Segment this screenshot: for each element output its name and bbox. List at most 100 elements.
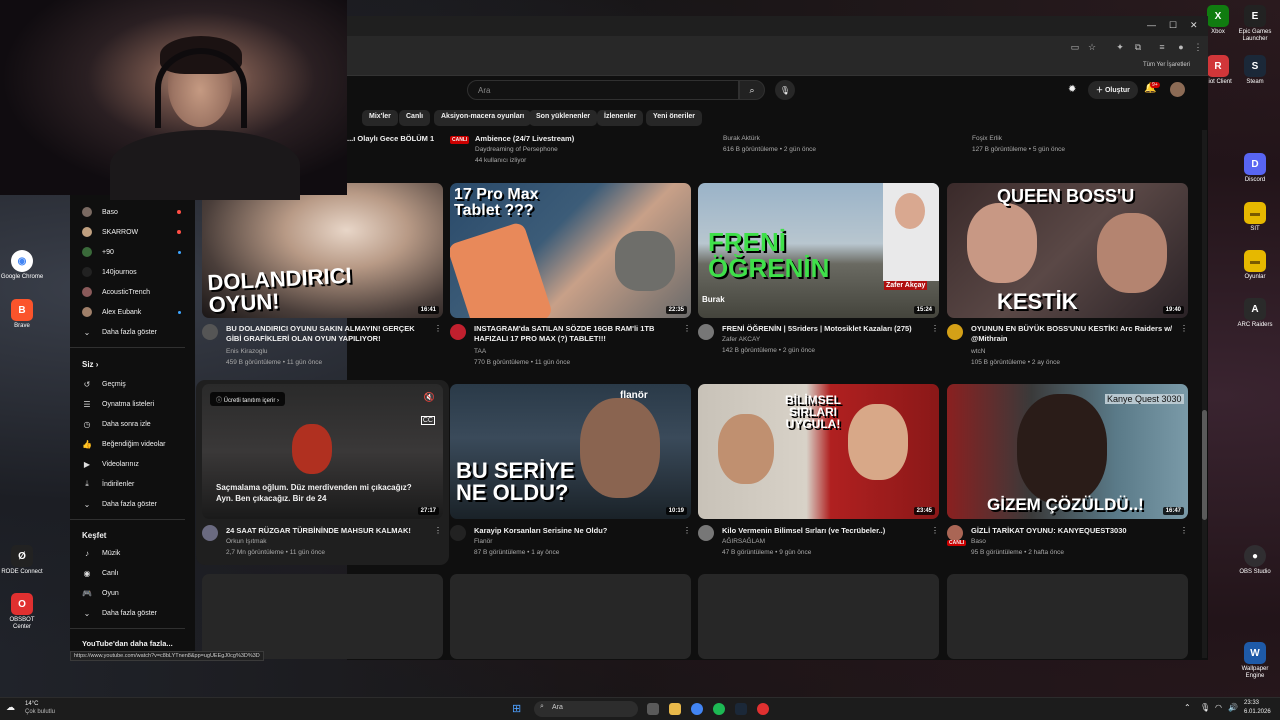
video-thumbnail[interactable]: BİLİMSEL SIRLARI UYGULA! 23:45 — [698, 384, 939, 519]
video-thumbnail[interactable]: flanör BU SERİYE NE OLDU? 10:19 — [450, 384, 691, 519]
video-title[interactable]: FRENİ ÖĞRENİN | 5Sriders | Motosiklet Ka… — [722, 324, 927, 334]
desktop-folder-sit[interactable]: ▬ SIT — [1233, 202, 1277, 233]
steam-taskbar-icon[interactable] — [735, 703, 747, 715]
video-thumbnail[interactable]: Kanye Quest 3030 GİZEM ÇÖZÜLDÜ..! 16:47 — [947, 384, 1188, 519]
channel-name[interactable]: Zafer AKCAY — [722, 336, 760, 343]
scrollbar-thumb[interactable] — [1202, 410, 1207, 520]
clock-date[interactable]: 6.01.2026 — [1244, 709, 1271, 715]
address-bar-row[interactable]: ▭ ☆ ✦ ⧉ ≡ ● ⋮ — [347, 36, 1208, 58]
channel-name[interactable]: Baso — [971, 538, 986, 545]
sidebar-item-liked-videos[interactable]: 👍 Beğendiğim videolar — [82, 436, 165, 452]
tray-overflow-icon[interactable]: ⌃ — [1184, 703, 1191, 712]
video-title[interactable]: BU DOLANDIRICI OYUNU SAKIN ALMAYIN! GERÇ… — [226, 324, 431, 344]
sidebar-item-live[interactable]: ◉ Canlı — [82, 565, 119, 581]
more-options-icon[interactable]: ⋮ — [931, 526, 939, 535]
show-more-button[interactable]: ⌄ Daha fazla göster — [82, 496, 157, 512]
channel-avatar[interactable] — [947, 324, 963, 340]
subscription-item[interactable]: 140journos — [82, 264, 137, 280]
more-options-icon[interactable]: ⋮ — [931, 324, 939, 333]
channel-name[interactable]: Flanör — [474, 538, 492, 545]
desktop-icon-discord[interactable]: D Discord — [1233, 153, 1277, 184]
desktop-icon-rode[interactable]: Ø RODE Connect — [0, 545, 44, 576]
windows-start-icon[interactable]: ⊞ — [512, 702, 521, 715]
sidebar-item-playlists[interactable]: ☰ Oynatma listeleri — [82, 396, 154, 412]
create-button[interactable]: ＋ Oluştur — [1088, 81, 1138, 99]
avatar[interactable] — [1170, 82, 1185, 97]
channel-name[interactable]: Burak Aktürk — [723, 135, 760, 142]
desktop-icon-arc-raiders[interactable]: A ARC Raiders — [1233, 298, 1277, 329]
channel-name[interactable]: wtcN — [971, 348, 985, 355]
maximize-icon[interactable]: ☐ — [1169, 20, 1177, 31]
chip-watched[interactable]: İzlenenler — [597, 110, 644, 126]
scrollbar-track[interactable] — [1202, 130, 1207, 658]
chrome-taskbar-icon[interactable] — [691, 703, 703, 715]
minimize-icon[interactable]: — — [1147, 20, 1156, 30]
video-title[interactable]: OYUNUN EN BÜYÜK BOSS'UNU KESTİK! Arc Rai… — [971, 324, 1176, 344]
sidebar-item-downloads[interactable]: ⤓ İndirilenler — [82, 476, 134, 492]
more-options-icon[interactable]: ⋮ — [683, 526, 691, 535]
video-title[interactable]: Kilo Vermenin Bilimsel Sırları (ve Tecrü… — [722, 526, 927, 536]
channel-name[interactable]: Daydreaming of Persephone — [475, 146, 558, 153]
section-you[interactable]: Siz › — [82, 360, 98, 369]
sidebar-item-gaming[interactable]: 🎮 Oyun — [82, 585, 119, 601]
sidebar-item-history[interactable]: ↺ Geçmiş — [82, 376, 126, 392]
voice-search-button[interactable]: 🎙 — [775, 80, 795, 100]
video-preview[interactable]: ⓘ Ücretli tanıtım içerir › 🔇 CC Saçmalam… — [202, 384, 443, 519]
sidebar-item-watch-later[interactable]: ◷ Daha sonra izle — [82, 416, 151, 432]
chip-action-adventure[interactable]: Aksiyon-macera oyunları — [434, 110, 532, 126]
subscription-item[interactable]: Alex Eubank — [82, 304, 141, 320]
profile-icon[interactable]: ● — [1176, 42, 1186, 52]
video-thumbnail[interactable]: DOLANDIRICI OYUN! 16:41 — [202, 183, 443, 318]
desktop-icon-wallpaper-engine[interactable]: W Wallpaper Engine — [1233, 642, 1277, 680]
video-thumbnail[interactable]: FRENİ ÖĞRENİN Zafer Akçay Burak 15:24 — [698, 183, 939, 318]
subscription-item[interactable]: +90 — [82, 244, 114, 260]
chip-mixes[interactable]: Mix'ler — [362, 110, 398, 126]
channel-name[interactable]: AĞIRSAĞLAM — [722, 538, 765, 545]
video-title[interactable]: ...ı Olaylı Gece BÖLÜM 1 — [347, 134, 437, 144]
video-title[interactable]: Ambience (24/7 Livestream) — [475, 134, 680, 144]
desktop-icon-steam[interactable]: S Steam — [1233, 55, 1277, 86]
task-view-icon[interactable] — [647, 703, 659, 715]
search-button[interactable]: ⌕ — [739, 80, 765, 100]
more-options-icon[interactable]: ⋮ — [1180, 324, 1188, 333]
channel-name[interactable]: TAA — [474, 348, 486, 355]
mute-icon[interactable]: 🔇 — [424, 392, 435, 403]
channel-avatar[interactable] — [450, 525, 466, 541]
extension-icon[interactable]: ✦ — [1115, 42, 1125, 52]
weather-temp[interactable]: 14°C — [25, 701, 38, 707]
desktop-icon-obs[interactable]: ● OBS Studio — [1233, 545, 1277, 576]
desktop-icon-epic[interactable]: E Epic Games Launcher — [1233, 5, 1277, 43]
video-title[interactable]: GİZLİ TARİKAT OYUNU: KANYEQUEST3030 — [971, 526, 1176, 536]
show-more-button[interactable]: ⌄ Daha fazla göster — [82, 324, 157, 340]
channel-name[interactable]: Enis Kirazoglu — [226, 348, 268, 355]
install-icon[interactable]: ▭ — [1070, 42, 1080, 52]
obsbot-taskbar-icon[interactable] — [757, 703, 769, 715]
sidebar-item-your-videos[interactable]: ▶ Videolarınız — [82, 456, 139, 472]
channel-avatar[interactable] — [450, 324, 466, 340]
wifi-icon[interactable]: ◠ — [1215, 703, 1222, 712]
channel-avatar[interactable] — [202, 324, 218, 340]
channel-avatar[interactable] — [947, 525, 963, 541]
chip-recently-uploaded[interactable]: Son yüklenenler — [529, 110, 598, 126]
extensions-puzzle-icon[interactable]: ⧉ — [1133, 42, 1143, 52]
desktop-icon-brave[interactable]: B Brave — [0, 299, 44, 330]
more-menu-icon[interactable]: ⋮ — [1193, 42, 1203, 52]
video-title[interactable]: INSTAGRAM'da SATILAN SÖZDE 16GB RAM'li 1… — [474, 324, 679, 344]
bookmark-star-icon[interactable]: ☆ — [1087, 42, 1097, 52]
desktop-icon-chrome[interactable]: ◉ Google Chrome — [0, 250, 44, 281]
all-bookmarks-link[interactable]: Tüm Yer İşaretleri — [1143, 62, 1190, 68]
captions-icon[interactable]: CC — [420, 416, 435, 425]
sidebar-item-music[interactable]: ♪ Müzik — [82, 545, 120, 561]
weather-desc[interactable]: Çok bulutlu — [25, 709, 55, 715]
clock-time[interactable]: 23:33 — [1244, 700, 1259, 706]
video-title[interactable]: 24 SAAT RÜZGAR TÜRBİNİNDE MAHSUR KALMAK! — [226, 526, 431, 536]
more-options-icon[interactable]: ⋮ — [434, 324, 442, 333]
taskbar-search[interactable]: ⌕ Ara — [534, 701, 638, 717]
video-title[interactable]: Karayip Korsanları Serisine Ne Oldu? — [474, 526, 679, 536]
more-options-icon[interactable]: ⋮ — [1180, 526, 1188, 535]
video-thumbnail[interactable]: QUEEN BOSS'U KESTİK 19:40 — [947, 183, 1188, 318]
tabs-icon[interactable]: ≡ — [1157, 42, 1167, 52]
show-more-button[interactable]: ⌄ Daha fazla göster — [82, 605, 157, 621]
paid-promotion-label[interactable]: ⓘ Ücretli tanıtım içerir › — [210, 392, 286, 406]
channel-avatar[interactable] — [202, 525, 218, 541]
